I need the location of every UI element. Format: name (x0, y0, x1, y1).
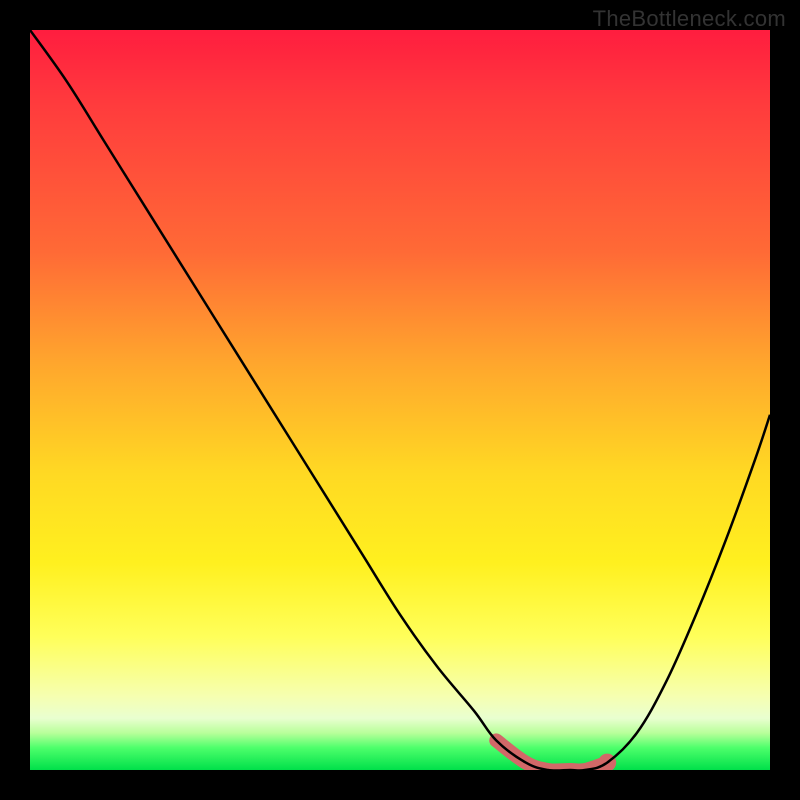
watermark-text: TheBottleneck.com (593, 6, 786, 32)
bottleneck-curve (30, 30, 770, 770)
curve-layer (30, 30, 770, 770)
plot-area (30, 30, 770, 770)
chart-frame: TheBottleneck.com (0, 0, 800, 800)
